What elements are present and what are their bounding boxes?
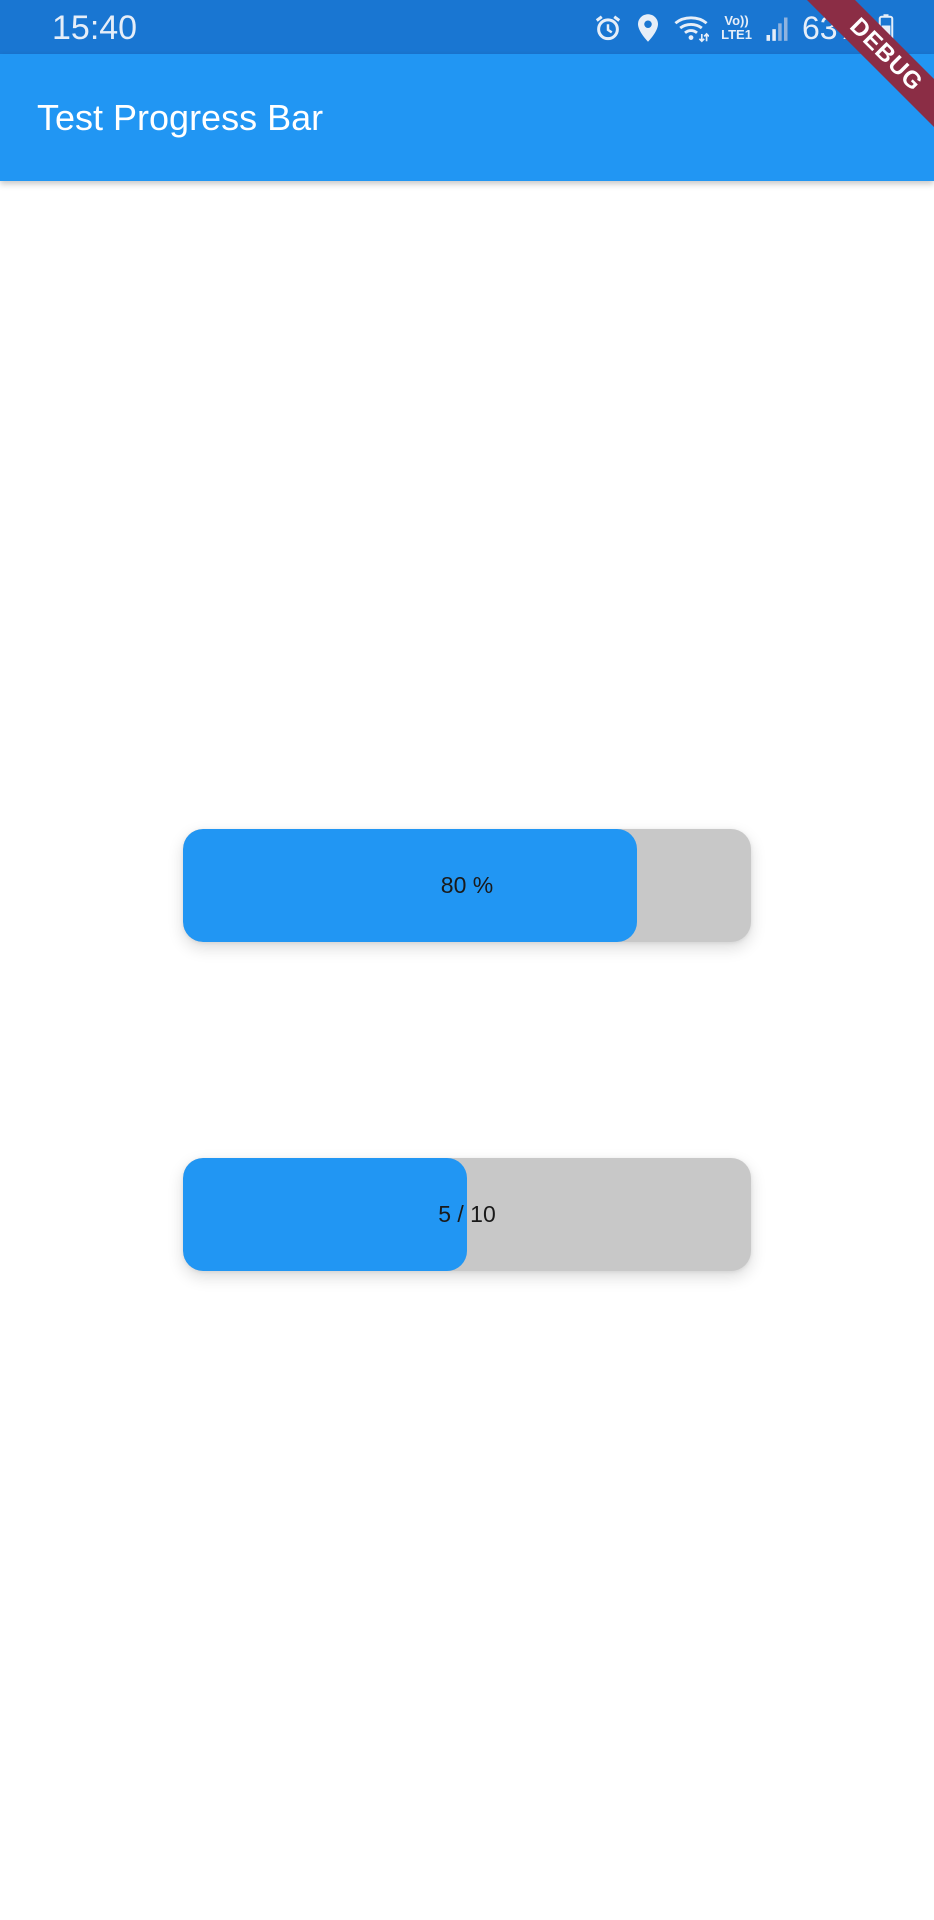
status-time: 15:40 [52,9,138,47]
alarm-icon [593,13,623,43]
progress-bar-count: 5 / 10 [183,1158,751,1271]
battery-level: 63% [801,10,866,46]
status-bar: 15:40 Vo)) LTE1 63% [0,0,934,54]
signal-icon [764,14,790,42]
app-screen: 15:40 Vo)) LTE1 63% Test Progress Bar DE… [0,0,934,1920]
app-bar: Test Progress Bar [0,54,934,181]
network-label-top: Vo)) [724,13,749,28]
page-title: Test Progress Bar [37,97,324,138]
lte-icon: Vo)) LTE1 [721,14,752,42]
location-icon [635,13,661,43]
network-label-bottom: LTE1 [721,27,752,42]
status-icons: Vo)) LTE1 63% [593,8,894,48]
progress-label: 80 % [440,872,494,898]
progress-bar-percent: 80 % [183,829,751,942]
battery-icon [878,13,894,43]
wifi-icon [673,13,710,43]
progress-label: 5 / 10 [438,1201,496,1227]
